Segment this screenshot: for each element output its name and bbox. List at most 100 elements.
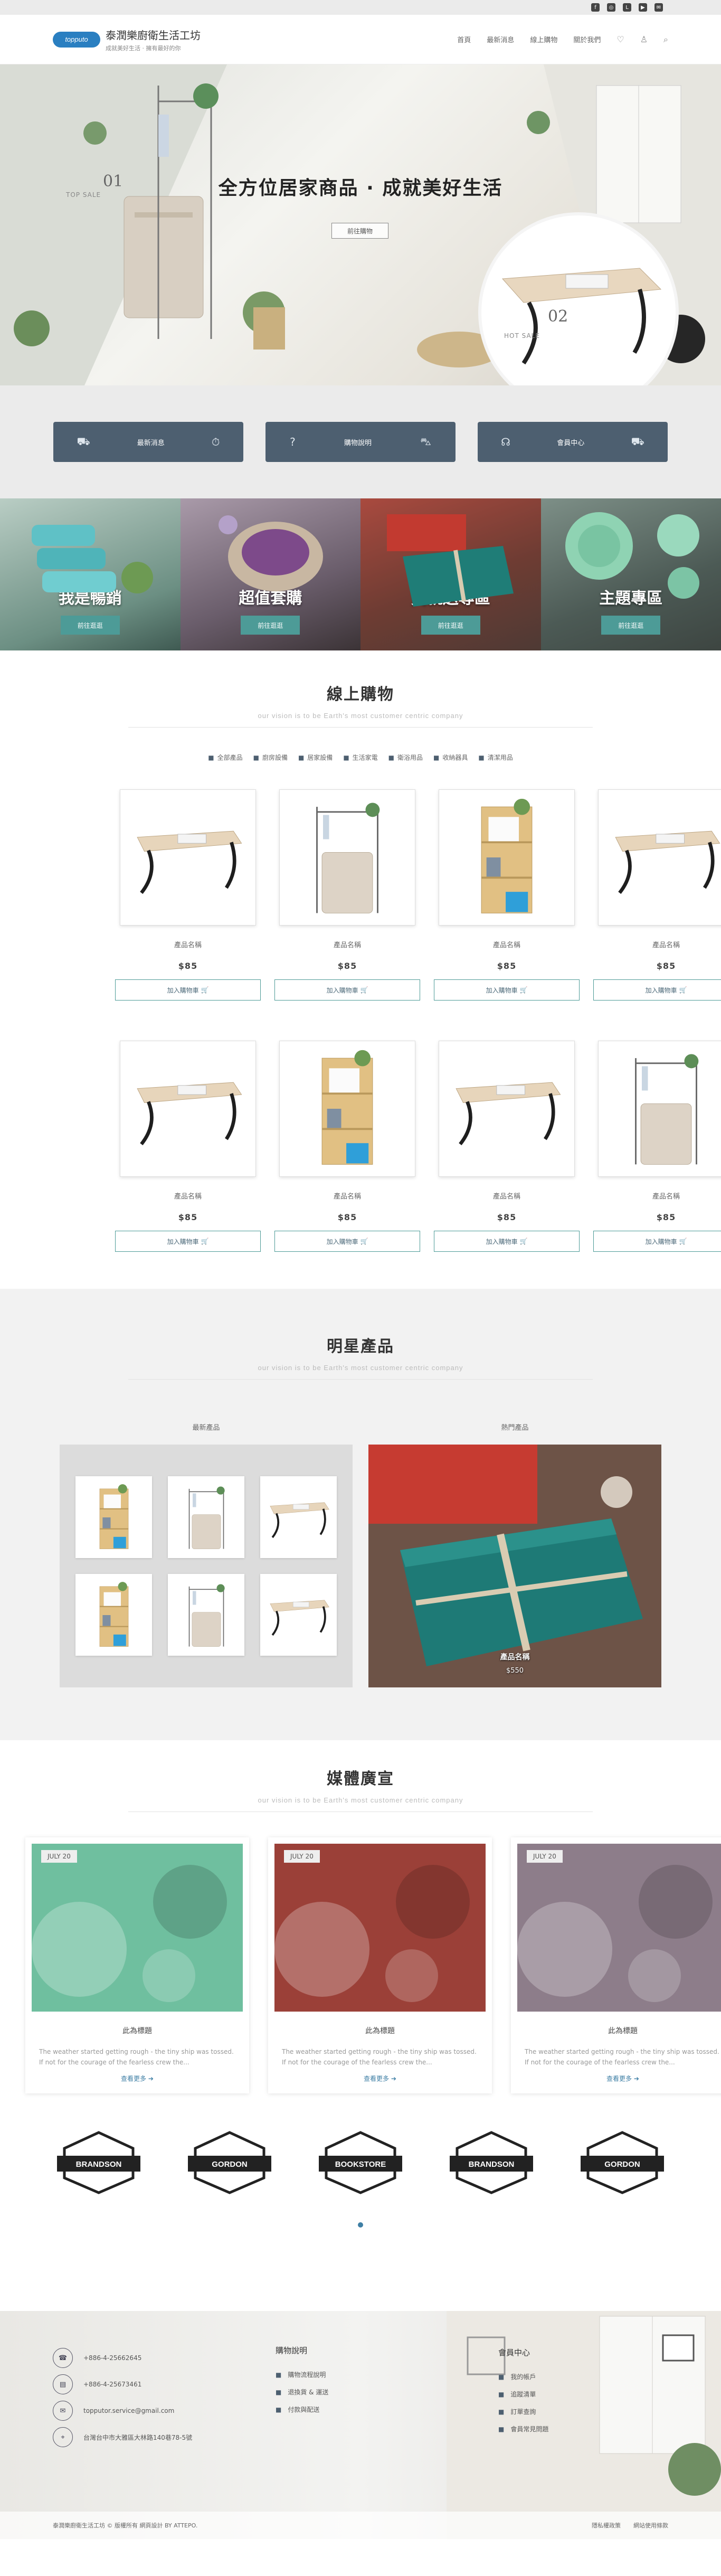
footer-link[interactable]: 付款與配送 xyxy=(276,2401,328,2419)
filter-item[interactable]: 清潔用品 xyxy=(478,753,513,762)
share-icon[interactable]: ✉ xyxy=(654,3,663,12)
contact-text[interactable]: +886-4-25662645 xyxy=(83,2354,141,2362)
add-to-cart-button[interactable]: 加入購物車 🛒 xyxy=(593,1231,721,1252)
section-title: 線上購物 xyxy=(327,685,394,704)
product-card[interactable]: 產品名稱 $85 加入購物車 🛒 xyxy=(593,1041,721,1252)
product-image[interactable] xyxy=(279,1041,415,1177)
media-card-title[interactable]: 此為標題 xyxy=(32,2025,243,2036)
privacy-link[interactable]: 隱私權政策 xyxy=(592,2521,621,2530)
new-product-thumb[interactable] xyxy=(75,1476,152,1558)
product-card[interactable]: 產品名稱 $85 加入購物車 🛒 xyxy=(274,789,420,1001)
category-theme[interactable]: 主題專區 前往逛逛 xyxy=(540,498,721,650)
add-to-cart-label: 加入購物車 xyxy=(326,1238,358,1245)
product-name[interactable]: 產品名稱 xyxy=(593,939,721,949)
footer-link[interactable]: 訂單查詢 xyxy=(498,2403,548,2421)
read-more-link[interactable]: 查看更多 ➔ xyxy=(32,2074,243,2083)
media-card-title[interactable]: 此為標題 xyxy=(517,2025,721,2036)
filter-item[interactable]: 廚房設備 xyxy=(253,753,288,762)
footer-link[interactable]: 會員常見問題 xyxy=(498,2421,548,2438)
read-more-link[interactable]: 查看更多 ➔ xyxy=(517,2074,721,2083)
product-card[interactable]: 產品名稱 $85 加入購物車 🛒 xyxy=(115,789,261,1001)
product-name[interactable]: 產品名稱 xyxy=(274,939,420,949)
media-card[interactable]: JULY 20 此為標題 The weather started getting… xyxy=(511,1837,721,2093)
filter-item[interactable]: 居家設備 xyxy=(298,753,333,762)
add-to-cart-button[interactable]: 加入購物車 🛒 xyxy=(115,1231,261,1252)
product-image[interactable] xyxy=(120,1041,256,1177)
product-image[interactable] xyxy=(598,789,721,926)
product-name[interactable]: 產品名稱 xyxy=(593,1191,721,1201)
category-button[interactable]: 前往逛逛 xyxy=(601,616,661,635)
add-to-cart-button[interactable]: 加入購物車 🛒 xyxy=(274,979,420,1001)
product-card[interactable]: 產品名稱 $85 加入購物車 🛒 xyxy=(434,1041,580,1252)
filter-item[interactable]: 收納器具 xyxy=(433,753,468,762)
product-image[interactable] xyxy=(598,1041,721,1177)
add-to-cart-button[interactable]: 加入購物車 🛒 xyxy=(434,979,580,1001)
category-button[interactable]: 前往逛逛 xyxy=(241,616,300,635)
terms-link[interactable]: 網站使用條款 xyxy=(633,2521,668,2530)
nav-home[interactable]: 首頁 xyxy=(457,34,471,44)
contact-text[interactable]: 台灣台中市大雅區大林路140巷78-5號 xyxy=(83,2433,192,2442)
nav-shop[interactable]: 線上購物 xyxy=(530,34,557,44)
category-bestseller[interactable]: 我是暢銷 前往逛逛 xyxy=(0,498,181,650)
contact-text[interactable]: topputor.service@gmail.com xyxy=(83,2407,174,2414)
footer-link[interactable]: 我的帳戶 xyxy=(498,2369,548,2386)
product-name[interactable]: 產品名稱 xyxy=(115,1191,261,1201)
media-card-title[interactable]: 此為標題 xyxy=(274,2025,486,2036)
footer-link[interactable]: 退換貨 & 運送 xyxy=(276,2384,328,2401)
product-card[interactable]: 產品名稱 $85 加入購物車 🛒 xyxy=(593,789,721,1001)
feature-guide-button[interactable]: ? 購物說明 ⛍ xyxy=(265,422,456,462)
new-product-thumb[interactable] xyxy=(260,1574,337,1656)
product-card[interactable]: 產品名稱 $85 加入購物車 🛒 xyxy=(434,789,580,1001)
product-name[interactable]: 產品名稱 xyxy=(274,1191,420,1201)
add-to-cart-button[interactable]: 加入購物車 🛒 xyxy=(274,1231,420,1252)
read-more-link[interactable]: 查看更多 ➔ xyxy=(274,2074,486,2083)
feature-news-label: 最新消息 xyxy=(137,439,165,447)
wishlist-icon[interactable]: ♡ xyxy=(616,34,624,44)
product-card[interactable]: 產品名稱 $85 加入購物車 🛒 xyxy=(274,1041,420,1252)
media-card[interactable]: JULY 20 此為標題 The weather started getting… xyxy=(268,1837,492,2093)
contact-text[interactable]: +886-4-25673461 xyxy=(83,2381,141,2388)
category-button[interactable]: 前往逛逛 xyxy=(421,616,480,635)
instagram-icon[interactable]: ◎ xyxy=(607,3,615,12)
add-to-cart-button[interactable]: 加入購物車 🛒 xyxy=(434,1231,580,1252)
product-image[interactable] xyxy=(439,789,575,926)
footer-link[interactable]: 購物流程說明 xyxy=(276,2366,328,2384)
product-image[interactable] xyxy=(120,789,256,926)
new-product-thumb[interactable] xyxy=(168,1574,244,1656)
product-name[interactable]: 產品名稱 xyxy=(434,939,580,949)
feature-news-button[interactable]: ⛟ 最新消息 ⏱ xyxy=(53,422,243,462)
category-button[interactable]: 前往逛逛 xyxy=(60,616,120,635)
line-icon[interactable]: L xyxy=(623,3,631,12)
hot-product-card[interactable]: 產品名稱 $550 xyxy=(368,1445,661,1687)
product-image[interactable] xyxy=(279,789,415,926)
nav-news[interactable]: 最新消息 xyxy=(487,34,514,44)
product-name[interactable]: 產品名稱 xyxy=(115,939,261,949)
hero-shop-button[interactable]: 前往購物 xyxy=(331,223,388,239)
new-product-thumb[interactable] xyxy=(260,1476,337,1558)
carousel-dot[interactable] xyxy=(358,2222,363,2228)
media-card-image[interactable]: JULY 20 xyxy=(517,1844,721,2012)
filter-item[interactable]: 全部產品 xyxy=(208,753,243,762)
new-product-thumb[interactable] xyxy=(168,1476,244,1558)
user-icon[interactable]: ♙ xyxy=(640,34,648,44)
product-card[interactable]: 產品名稱 $85 加入購物車 🛒 xyxy=(115,1041,261,1252)
filter-item[interactable]: 衛浴用品 xyxy=(388,753,423,762)
search-icon[interactable]: ⌕ xyxy=(663,34,668,45)
product-name[interactable]: 產品名稱 xyxy=(434,1191,580,1201)
media-card-image[interactable]: JULY 20 xyxy=(274,1844,486,2012)
media-card[interactable]: JULY 20 此為標題 The weather started getting… xyxy=(25,1837,249,2093)
add-to-cart-button[interactable]: 加入購物車 🛒 xyxy=(115,979,261,1001)
media-card-image[interactable]: JULY 20 xyxy=(32,1844,243,2012)
youtube-icon[interactable]: ▶ xyxy=(639,3,647,12)
nav-about[interactable]: 關於我們 xyxy=(573,34,601,44)
add-to-cart-button[interactable]: 加入購物車 🛒 xyxy=(593,979,721,1001)
footer-link[interactable]: 追蹤清單 xyxy=(498,2386,548,2403)
site-logo[interactable]: topputo 泰潤樂廚衛生活工坊 成就美好生活 · 擁有最好的你 xyxy=(53,27,201,52)
filter-item[interactable]: 生活家電 xyxy=(343,753,378,762)
category-gift[interactable]: 買就送專區 前往逛逛 xyxy=(360,498,541,650)
feature-member-button[interactable]: ☊ 會員中心 ⛟ xyxy=(478,422,668,462)
category-bundle[interactable]: 超值套購 前往逛逛 xyxy=(180,498,360,650)
new-product-thumb[interactable] xyxy=(75,1574,152,1656)
product-image[interactable] xyxy=(439,1041,575,1177)
facebook-icon[interactable]: f xyxy=(591,3,600,12)
